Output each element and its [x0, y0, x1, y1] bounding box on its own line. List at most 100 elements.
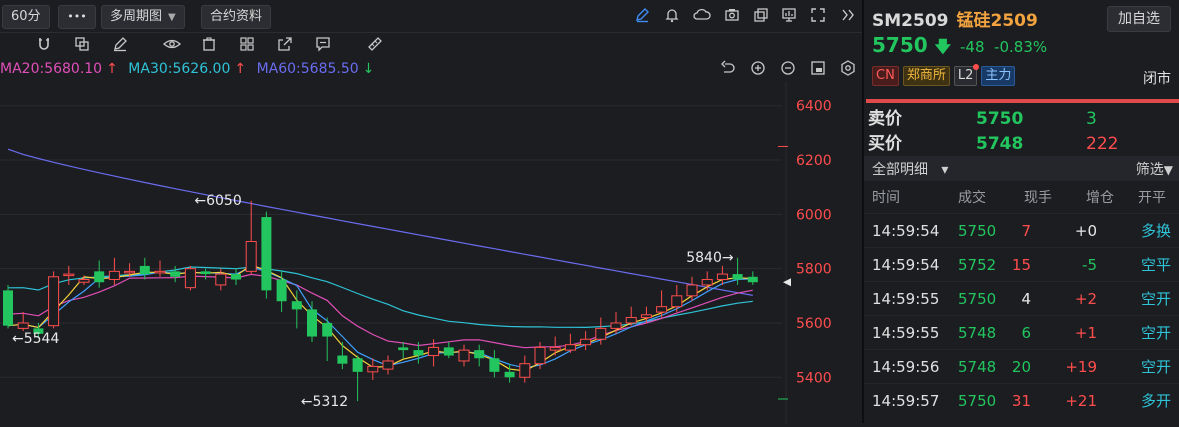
- edit-pen-icon[interactable]: [110, 36, 130, 56]
- copy-window-icon[interactable]: [751, 7, 771, 27]
- price-annotation: ←6050: [194, 193, 241, 209]
- trade-oi-change: +19: [1065, 358, 1097, 376]
- camera-icon[interactable]: [722, 7, 742, 27]
- ruler-icon[interactable]: [365, 36, 385, 56]
- cloud-icon[interactable]: [692, 7, 712, 27]
- trade-type: 空开: [1140, 324, 1171, 342]
- period-label: 60分: [11, 9, 41, 24]
- settings-hexagon-icon[interactable]: [838, 60, 858, 80]
- col-time: 时间: [872, 190, 900, 206]
- pencil-icon[interactable]: [632, 7, 652, 27]
- trade-row: 14:59:56 5748 20 +19 空开: [864, 349, 1179, 384]
- bid-price: 5748: [976, 134, 1024, 154]
- drawing-tools-row: [0, 32, 862, 57]
- trash-icon[interactable]: [199, 36, 219, 56]
- candle-body-down: [200, 271, 211, 275]
- candle-body-down: [291, 301, 302, 310]
- trade-row: 14:59:55 5748 6 +1 空开: [864, 315, 1179, 350]
- candlestick-chart[interactable]: 5400 5600 5800 6000 6200 6400 ←5544 ←6050 ←5312 5…: [0, 82, 862, 423]
- add-watchlist-button[interactable]: 加自选: [1107, 6, 1171, 32]
- chart-toolbar: 60分 ••• 多周期图 ▼ 合约资料: [0, 0, 862, 33]
- candle-body-up: [610, 322, 622, 329]
- quote-panel: SM2509 锰硅2509 加自选 5750 🡇 -48 -0.83% CN 郑商所…: [864, 0, 1179, 423]
- chevron-down-icon: ▼: [168, 12, 176, 23]
- candle-body-down: [489, 358, 500, 372]
- eye-icon[interactable]: [162, 36, 182, 56]
- contract-code: SM2509: [872, 11, 949, 31]
- trade-row: 14:59:55 5750 4 +2 空开: [864, 281, 1179, 316]
- layers-icon[interactable]: [72, 36, 92, 56]
- share-export-icon[interactable]: [275, 36, 295, 56]
- ma-legend: MA20:5680.10 ↑ MA30:5626.00 ↑ MA60:5685.50…: [0, 58, 720, 80]
- candle-body-down: [413, 350, 424, 356]
- trade-oi-change: +21: [1065, 392, 1097, 410]
- candle-body-up: [78, 279, 90, 283]
- change-percent: -0.83%: [994, 38, 1048, 56]
- market-status: 闭市: [1143, 71, 1171, 87]
- candle-body-up: [48, 276, 60, 327]
- candle-body-down: [307, 309, 317, 337]
- ask-label: 卖价: [868, 109, 902, 129]
- detail-dropdown[interactable]: 全部明细 ▾: [872, 159, 948, 179]
- magnet-icon[interactable]: [34, 36, 54, 56]
- zoom-out-icon[interactable]: [778, 60, 798, 80]
- trade-qty: 15: [1011, 256, 1031, 274]
- monitor-chart-icon[interactable]: [779, 7, 799, 27]
- candle-body-down: [352, 358, 363, 372]
- candle-body-up: [245, 240, 257, 272]
- bid-ask-ratio-bar: [866, 99, 1179, 103]
- y-tick-label: 6200: [796, 153, 832, 169]
- trade-time: 14:59:55: [872, 324, 940, 342]
- candle-body-down: [276, 279, 287, 302]
- filter-label: 筛选: [1135, 162, 1164, 178]
- tag-row: CN 郑商所 L2 主力: [872, 64, 1019, 88]
- candle-body-down: [474, 350, 485, 359]
- filter-button[interactable]: 筛选▼: [1136, 159, 1173, 179]
- candle-body-down: [504, 371, 515, 378]
- detail-label: 全部明细: [872, 162, 928, 178]
- grid-apps-icon[interactable]: [237, 36, 257, 56]
- contract-info-label: 合约资料: [210, 9, 263, 24]
- trade-type: 多换: [1140, 222, 1171, 240]
- y-tick-label: 6400: [796, 99, 832, 115]
- trade-time: 14:59:57: [872, 392, 940, 410]
- candle-body-down: [94, 271, 105, 283]
- trade-oi-change: -5: [1082, 256, 1097, 274]
- trade-oi-change: +2: [1074, 290, 1097, 308]
- trade-price: 5748: [958, 358, 997, 376]
- last-price-marker: [783, 278, 791, 287]
- trade-price: 5748: [958, 324, 997, 342]
- trade-price: 5750: [958, 290, 997, 308]
- trade-qty: 4: [1021, 290, 1031, 308]
- multi-period-button[interactable]: 多周期图 ▼: [101, 5, 185, 29]
- trade-row: 14:59:57 5750 31 +21 多开: [864, 383, 1179, 418]
- trade-price: 5750: [958, 392, 997, 410]
- candle-body-up: [428, 346, 440, 357]
- tag-l2[interactable]: L2: [953, 64, 980, 86]
- col-price: 成交: [958, 190, 986, 206]
- candle-body-up: [154, 270, 166, 274]
- zoom-in-icon[interactable]: [748, 60, 768, 80]
- comment-icon[interactable]: [313, 36, 333, 56]
- trade-price: 5750: [958, 222, 997, 240]
- candle-body-up: [549, 346, 561, 351]
- candle-body-down: [443, 347, 454, 356]
- y-tick-label: 5800: [796, 262, 832, 278]
- ma60-label: MA60:5685.50: [256, 61, 359, 77]
- last-price-value: 5750: [872, 33, 928, 57]
- trade-qty: 20: [1011, 358, 1031, 376]
- bell-icon[interactable]: [662, 7, 682, 27]
- chart-canvas[interactable]: 5400 5600 5800 6000 6200 6400 ←5544 ←6050 ←5312 5…: [0, 82, 862, 423]
- reset-frame-icon[interactable]: [808, 60, 828, 80]
- collapse-double-chevron-icon[interactable]: [838, 7, 858, 27]
- more-button[interactable]: •••: [58, 5, 96, 29]
- fullscreen-icon[interactable]: [808, 7, 828, 27]
- undo-icon[interactable]: [718, 60, 738, 80]
- trade-row: 14:59:54 5752 15 -5 空平: [864, 247, 1179, 282]
- candle-body-up: [595, 327, 607, 340]
- price-annotation: 5840→: [686, 250, 734, 266]
- contract-info-button[interactable]: 合约资料: [201, 5, 272, 29]
- ask-price: 5750: [976, 109, 1024, 129]
- period-selector[interactable]: 60分: [2, 5, 50, 29]
- candle-body-up: [458, 349, 470, 362]
